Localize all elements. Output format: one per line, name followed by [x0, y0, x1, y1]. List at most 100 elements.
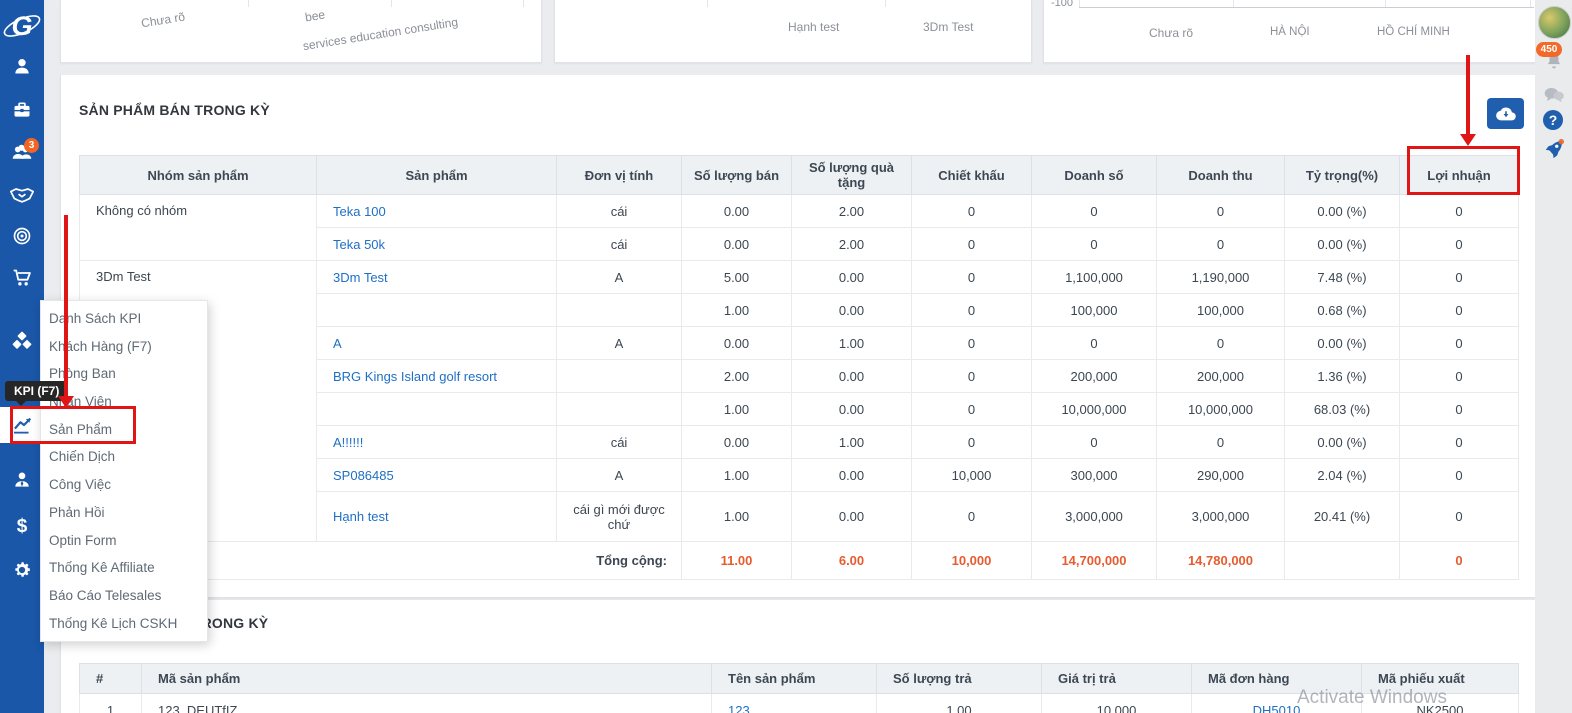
value-cell: 0.00 — [792, 261, 912, 294]
product-link[interactable]: A!!!!!! — [333, 435, 363, 450]
staff-icon[interactable] — [0, 470, 44, 490]
y-axis-tick: -100 — [1051, 0, 1073, 9]
value-cell — [557, 294, 682, 327]
value-cell: 1,100,000 — [1032, 261, 1157, 294]
gridline — [885, 0, 886, 7]
value-cell: 1.00 — [792, 426, 912, 459]
value-cell: 0 — [912, 294, 1032, 327]
total-row: Tổng cộng:11.006.0010,00014,700,00014,78… — [80, 542, 1519, 580]
value-cell: cái gì mới được chứ — [557, 492, 682, 542]
customer-icon[interactable] — [0, 56, 44, 76]
product-cell: SP086485 — [317, 459, 557, 492]
handshake-icon[interactable] — [0, 186, 44, 204]
value-cell: 20.41 (%) — [1285, 492, 1400, 542]
value-cell: 0.68 (%) — [1285, 294, 1400, 327]
value-cell: 10,000 — [1042, 694, 1192, 713]
gridline — [1233, 0, 1234, 7]
product-link[interactable]: SP086485 — [333, 468, 394, 483]
column-header: Số lượng trả — [877, 664, 1042, 694]
menu-item-ph-n-h-i[interactable]: Phản Hồi — [41, 499, 207, 527]
total-value: 10,000 — [912, 542, 1032, 580]
menu-item-th-ng-k-l-ch-cskh[interactable]: Thống Kê Lịch CSKH — [41, 610, 207, 638]
rocket-icon[interactable] — [1535, 138, 1572, 165]
value-cell: 10,000 — [912, 459, 1032, 492]
column-header: Nhóm sản phẩm — [80, 156, 317, 195]
menu-item-c-ng-vi-c[interactable]: Công Việc — [41, 471, 207, 499]
column-header: Mã sản phẩm — [142, 664, 712, 694]
value-cell: 10,000,000 — [1032, 393, 1157, 426]
gridline — [1385, 0, 1386, 7]
value-cell: 0 — [1157, 426, 1285, 459]
product-cell: A!!!!!! — [317, 426, 557, 459]
briefcase-icon[interactable] — [0, 100, 44, 120]
value-cell: 290,000 — [1157, 459, 1285, 492]
product-link[interactable]: Teka 50k — [333, 237, 385, 252]
table-row: 3Dm Test3Dm TestA5.000.0001,100,0001,190… — [80, 261, 1519, 294]
product-link[interactable]: 3Dm Test — [333, 270, 388, 285]
dollar-icon[interactable]: $ — [0, 516, 44, 538]
value-cell: 0 — [912, 261, 1032, 294]
value-cell: 0 — [1157, 228, 1285, 261]
cubes-icon[interactable] — [0, 331, 44, 351]
product-link[interactable]: Teka 100 — [333, 204, 386, 219]
gridline — [1079, 0, 1080, 7]
value-cell: 300,000 — [1032, 459, 1157, 492]
group-cell: Không có nhóm — [80, 195, 317, 261]
value-cell: A — [557, 327, 682, 360]
chat-icon[interactable] — [1535, 86, 1572, 109]
product-cell: 3Dm Test — [317, 261, 557, 294]
value-cell: 0 — [1400, 459, 1519, 492]
menu-item-chi-n-d-ch[interactable]: Chiến Dịch — [41, 443, 207, 471]
logo-orbit-ring — [2, 10, 42, 42]
value-cell: 0.00 — [792, 393, 912, 426]
utility-bar: 450 ? — [1535, 0, 1572, 713]
value-cell: 123 — [712, 694, 877, 713]
value-cell: 0 — [912, 195, 1032, 228]
menu-item-th-ng-k-affiliate[interactable]: Thống Kê Affiliate — [41, 554, 207, 582]
cart-icon[interactable] — [0, 268, 44, 288]
column-header: Chiết khấu — [912, 156, 1032, 195]
product-link[interactable]: Hạnh test — [333, 509, 389, 524]
total-value: 11.00 — [682, 542, 792, 580]
export-button[interactable] — [1487, 98, 1524, 129]
column-header: Đơn vị tính — [557, 156, 682, 195]
total-value: 14,700,000 — [1032, 542, 1157, 580]
menu-item-b-o-c-o-telesales[interactable]: Báo Cáo Telesales — [41, 582, 207, 610]
value-cell: 0 — [912, 393, 1032, 426]
help-icon[interactable]: ? — [1543, 110, 1563, 130]
value-cell: 0 — [1400, 261, 1519, 294]
target-icon[interactable] — [0, 226, 44, 246]
value-cell: 0.00 — [792, 459, 912, 492]
value-cell: 100,000 — [1157, 294, 1285, 327]
product-link[interactable]: BRG Kings Island golf resort — [333, 369, 497, 384]
value-cell: 0.00 — [682, 426, 792, 459]
user-avatar[interactable] — [1538, 6, 1571, 39]
value-cell: 0 — [912, 327, 1032, 360]
value-cell: 1.00 — [682, 393, 792, 426]
value-cell: 2.00 — [792, 195, 912, 228]
axis-label: Chưa rõ — [1149, 26, 1193, 40]
column-header: Số lượng quà tặng — [792, 156, 912, 195]
axis-label: HỒ CHÍ MINH — [1377, 26, 1450, 38]
gridline — [707, 0, 708, 7]
gear-icon[interactable] — [0, 560, 44, 580]
value-cell: 1,190,000 — [1157, 261, 1285, 294]
app-logo[interactable]: G — [0, 4, 44, 48]
value-cell: 2.00 — [792, 228, 912, 261]
value-cell: 2.00 — [682, 360, 792, 393]
value-cell: 0 — [1400, 360, 1519, 393]
axis-label: HÀ NỘI — [1270, 26, 1310, 38]
value-cell: 1.00 — [792, 327, 912, 360]
product-link[interactable]: A — [333, 336, 342, 351]
value-cell: 0.00 — [682, 195, 792, 228]
value-cell: 0 — [1400, 195, 1519, 228]
column-header: Sản phẩm — [317, 156, 557, 195]
order-link[interactable]: DH5010 — [1253, 703, 1301, 713]
value-cell: 0 — [912, 426, 1032, 459]
value-cell: 2.04 (%) — [1285, 459, 1400, 492]
menu-item-optin-form[interactable]: Optin Form — [41, 527, 207, 555]
value-cell: 1.00 — [682, 492, 792, 542]
value-cell: 0.00 — [682, 228, 792, 261]
value-cell: 123..DEUTfIZ — [142, 694, 712, 713]
product-link[interactable]: 123 — [728, 703, 750, 713]
